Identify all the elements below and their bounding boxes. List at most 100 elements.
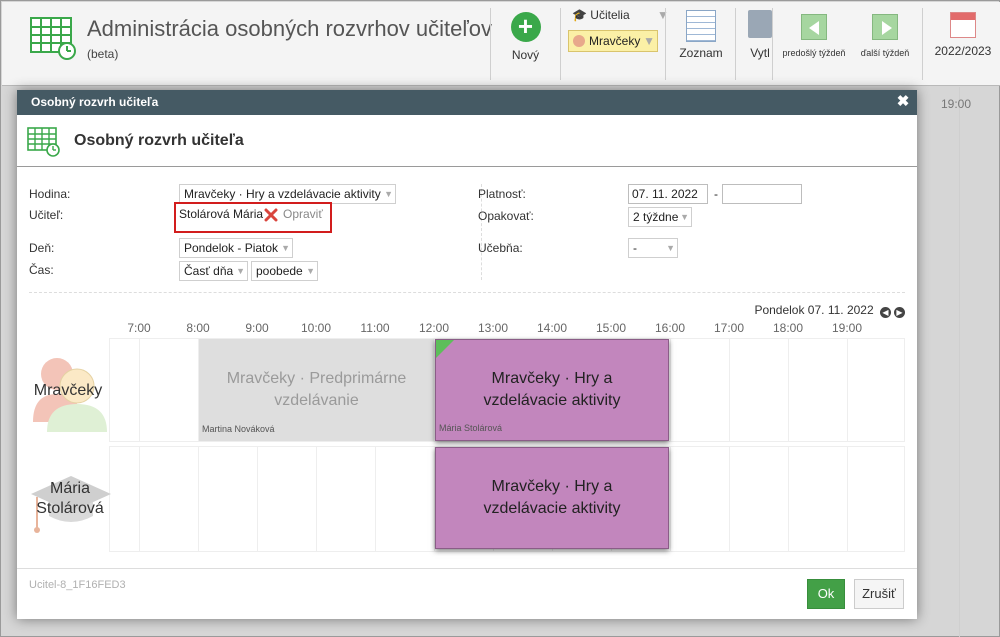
arrow-right-icon: [872, 14, 898, 40]
validity-to-input[interactable]: [722, 184, 802, 204]
grid-line: [847, 446, 848, 552]
plus-icon: +: [510, 12, 541, 42]
print-button[interactable]: Vytl: [747, 10, 773, 60]
event-title: Mravčeky · Hry a vzdelávacie aktivity: [483, 478, 621, 517]
school-year-label: 2022/2023: [934, 44, 992, 58]
schedule-date-nav: Pondelok 07. 11. 2022 ◀ ▶: [754, 303, 905, 318]
lesson-label: Hodina:: [29, 187, 71, 201]
toolbar-divider: [735, 8, 736, 80]
teacher-label: Učiteľ:: [29, 208, 64, 222]
grid-line: [788, 446, 789, 552]
prev-day-icon[interactable]: ◀: [880, 307, 891, 318]
record-id-label: Ucitel-8_1F16FED3: [29, 579, 126, 591]
period-select[interactable]: poobede ▼: [251, 261, 318, 281]
printer-icon: [748, 10, 772, 38]
next-week-button[interactable]: ďalší týždeň: [852, 14, 918, 58]
schedule-logo-icon: [30, 17, 78, 61]
time-label: Čas:: [29, 263, 54, 277]
child-face-icon: [573, 35, 585, 47]
hour-label: 12:00: [418, 321, 450, 335]
schedule-date-label: Pondelok 07. 11. 2022: [754, 303, 874, 317]
grid-line: [729, 338, 730, 442]
list-button[interactable]: Zoznam: [672, 10, 730, 60]
chevron-down-icon: ▼: [306, 266, 315, 276]
lesson-select[interactable]: Mravčeky · Hry a vzdelávacie aktivity ▼: [179, 184, 396, 204]
hour-label: 7:00: [127, 321, 151, 335]
validity-from-input[interactable]: [628, 184, 708, 204]
grid-line: [670, 446, 671, 552]
prev-week-label: predošlý týždeň: [782, 48, 846, 58]
form-separator: [29, 292, 905, 293]
room-select-value: -: [633, 241, 637, 255]
day-select-value: Pondelok - Piatok: [184, 241, 279, 255]
date-range-dash: -: [714, 187, 718, 201]
grid-line: [788, 338, 789, 442]
room-select[interactable]: - ▼: [628, 238, 678, 258]
new-button[interactable]: + Nový: [498, 12, 553, 62]
cancel-button[interactable]: Zrušiť: [854, 579, 904, 609]
lesson-select-value: Mravčeky · Hry a vzdelávacie aktivity: [184, 187, 381, 201]
prev-week-button[interactable]: predošlý týždeň: [778, 14, 850, 58]
day-part-select[interactable]: Časť dňa ▼: [179, 261, 248, 281]
grid-line: [847, 338, 848, 442]
app-title: Administrácia osobných rozvrhov učiteľov: [87, 16, 493, 41]
event-hry-teacher-row[interactable]: Mravčeky · Hry a vzdelávacie aktivity: [435, 447, 669, 549]
selected-corner-marker: [436, 340, 454, 358]
chevron-down-icon: ▼: [666, 243, 675, 253]
hour-label: 10:00: [300, 321, 332, 335]
grid-line: [670, 338, 671, 442]
schedule-calendar-icon: [27, 127, 61, 160]
chevron-down-icon: ▼: [643, 34, 655, 48]
event-title: Mravčeky · Predprimárne vzdelávanie: [226, 370, 407, 409]
ok-button[interactable]: Ok: [807, 579, 845, 609]
dialog-title: Osobný rozvrh učiteľa: [74, 132, 244, 149]
role-select-label: Učitelia: [590, 8, 630, 22]
hour-label: 8:00: [186, 321, 210, 335]
list-icon: [686, 10, 716, 42]
app-header: Administrácia osobných rozvrhov učiteľov…: [2, 2, 1000, 86]
grid-line: [139, 338, 140, 442]
grid-line: [729, 446, 730, 552]
toolbar-divider: [560, 8, 561, 80]
grid-line: [139, 446, 140, 552]
hour-label: 15:00: [595, 321, 627, 335]
event-hry-class-row[interactable]: Mravčeky · Hry a vzdelávacie aktivity Má…: [435, 339, 669, 441]
graduation-cap-icon: 🎓: [572, 8, 587, 22]
dialog-titlebar[interactable]: Osobný rozvrh učiteľa ✖: [17, 90, 917, 115]
hour-label: 18:00: [772, 321, 804, 335]
app-subtitle: (beta): [87, 47, 119, 61]
print-button-label: Vytl: [750, 46, 770, 60]
event-title: Mravčeky · Hry a vzdelávacie aktivity: [483, 370, 621, 409]
chevron-down-icon: ▼: [281, 243, 290, 253]
teacher-row-label: Mária Stolárová: [36, 480, 104, 517]
event-predprimarne[interactable]: Mravčeky · Predprimárne vzdelávanie Mart…: [199, 339, 434, 441]
hour-label: 13:00: [477, 321, 509, 335]
calendar-icon: [950, 12, 976, 38]
day-part-value: Časť dňa: [184, 264, 234, 278]
grid-line: [375, 446, 376, 552]
event-owner: Mária Stolárová: [439, 423, 503, 433]
class-select[interactable]: Mravčeky ▼: [568, 30, 658, 52]
hour-label: 14:00: [536, 321, 568, 335]
school-year-select[interactable]: 2022/2023: [930, 12, 996, 58]
hour-label: 17:00: [713, 321, 745, 335]
repeat-select-value: 2 týždne: [633, 210, 679, 224]
close-icon[interactable]: ✖: [895, 94, 911, 110]
period-value: poobede: [256, 264, 303, 278]
day-label: Deň:: [29, 241, 55, 255]
toolbar-divider: [665, 8, 666, 80]
dialog-window-title: Osobný rozvrh učiteľa: [31, 95, 159, 109]
toolbar-divider: [490, 8, 491, 80]
dialog-header: Osobný rozvrh učiteľa: [17, 115, 917, 167]
event-owner: Martina Nováková: [202, 424, 275, 434]
grid-line: [198, 446, 199, 552]
chevron-down-icon: ▼: [384, 189, 393, 199]
chevron-down-icon: ▼: [657, 8, 669, 22]
next-day-icon[interactable]: ▶: [894, 307, 905, 318]
day-select[interactable]: Pondelok - Piatok ▼: [179, 238, 293, 258]
next-week-label: ďalší týždeň: [860, 48, 910, 58]
role-select[interactable]: 🎓 Učitelia ▼: [572, 8, 669, 22]
repeat-select[interactable]: 2 týždne ▼: [628, 207, 692, 227]
background-hour-label: 19:00: [941, 97, 972, 111]
dialog-footer: Ucitel-8_1F16FED3 Ok Zrušiť: [17, 568, 917, 619]
